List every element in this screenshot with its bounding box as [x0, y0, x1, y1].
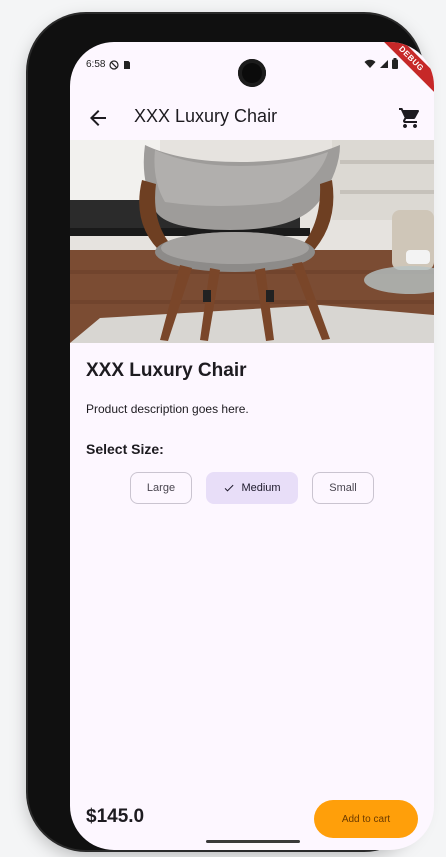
- shopping-cart-icon[interactable]: [398, 106, 422, 130]
- size-label: Select Size:: [86, 441, 164, 457]
- size-chip-small[interactable]: Small: [312, 472, 374, 504]
- app-screen: 6:58 DEBUG XXX Luxury Chair XXX Luxury C…: [70, 42, 434, 850]
- size-chip-label: Small: [329, 482, 357, 494]
- signal-icon: [380, 59, 388, 68]
- size-chip-label: Large: [146, 482, 176, 494]
- do-not-disturb-icon: [109, 59, 120, 70]
- status-right: [364, 58, 398, 69]
- add-to-cart-button[interactable]: Add to cart: [314, 800, 418, 838]
- app-bar-title: XXX Luxury Chair: [134, 106, 278, 126]
- size-chip-large[interactable]: Large: [130, 472, 192, 504]
- product-title: XXX Luxury Chair: [86, 360, 247, 381]
- home-indicator[interactable]: [206, 840, 300, 843]
- front-camera: [238, 59, 266, 87]
- wifi-icon: [364, 59, 376, 68]
- sim-card-icon: [124, 60, 131, 69]
- product-description: Product description goes here.: [86, 402, 249, 416]
- product-image: [70, 140, 434, 343]
- status-left: 6:58: [86, 59, 131, 70]
- app-bar: XXX Luxury Chair: [70, 96, 434, 140]
- battery-icon: [392, 58, 398, 69]
- check-icon: [225, 484, 234, 492]
- phone-frame: 6:58 DEBUG XXX Luxury Chair XXX Luxury C…: [28, 14, 434, 850]
- size-chip-label: Medium: [241, 482, 281, 494]
- status-bar: 6:58 DEBUG: [70, 42, 434, 96]
- price-label: $145.0: [86, 806, 145, 827]
- back-arrow-icon[interactable]: [86, 106, 110, 130]
- status-time: 6:58: [86, 59, 106, 70]
- size-chip-medium[interactable]: Medium: [206, 472, 298, 504]
- size-chip-group: Large Medium Small: [130, 472, 374, 504]
